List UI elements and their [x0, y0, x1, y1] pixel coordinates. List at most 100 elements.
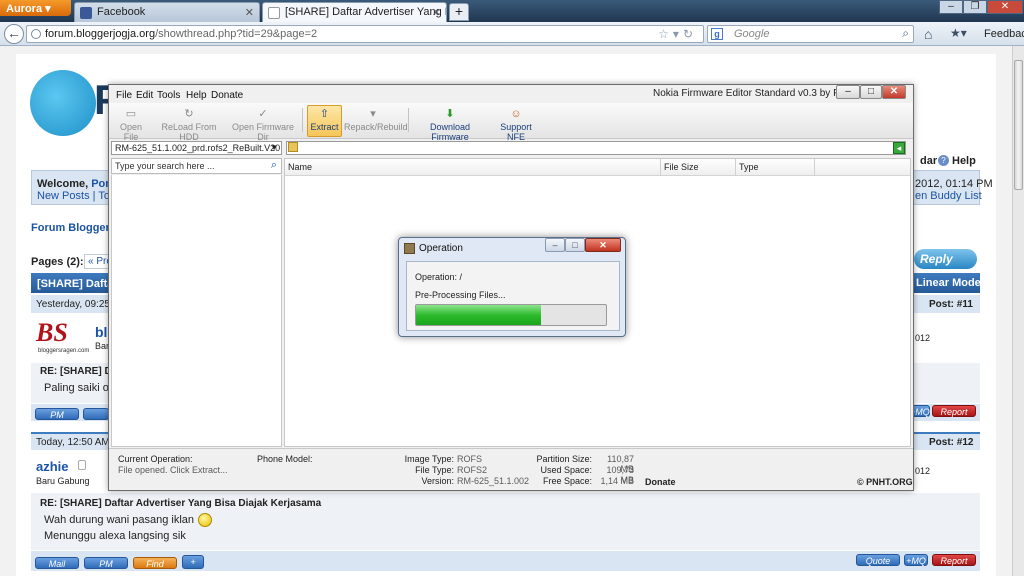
post-12-joined: 012 [915, 466, 931, 476]
dialog-close-button[interactable]: ✕ [585, 238, 621, 252]
partition-size-label: Partition Size: [536, 454, 592, 464]
post-11-number[interactable]: Post: #11 [929, 299, 973, 310]
file-type-label: File Type: [415, 465, 454, 475]
post-11-www-button[interactable] [83, 408, 109, 420]
calendar-link[interactable]: dar [920, 155, 937, 167]
firmware-file-value: RM-625_51.1.002_prd.rofs2_ReBuilt.V20 [115, 143, 281, 153]
search-bar[interactable]: g Google ⌕ [707, 25, 914, 43]
column-divider[interactable] [814, 159, 815, 176]
extract-icon: ⇧ [319, 108, 330, 120]
extract-button[interactable]: ⇧ Extract [308, 108, 341, 132]
tab-label: Facebook [97, 6, 146, 18]
open-file-button[interactable]: ▭ Open File [114, 108, 148, 142]
repack-button[interactable]: ▾ Repack/Rebuild [344, 108, 408, 132]
tab-active-thread[interactable]: [SHARE] Daftar Advertiser Yang Bisa ... … [262, 2, 447, 22]
post-12-mail-button[interactable]: Mail [35, 557, 79, 569]
buddy-list-link[interactable]: en Buddy List [915, 190, 982, 202]
post-12-rank: Baru Gabung [36, 476, 90, 486]
bookmark-star-icon[interactable]: ☆▾↻ [658, 27, 697, 41]
menu-tools[interactable]: Tools [157, 90, 180, 101]
offline-status-icon [78, 460, 86, 470]
search-placeholder: Google [734, 28, 770, 40]
toolbar-separator [302, 108, 303, 132]
column-type[interactable]: Type [739, 162, 759, 172]
site-identity-icon[interactable] [31, 29, 41, 39]
dialog-maximize-button[interactable]: □ [565, 238, 585, 252]
menu-help[interactable]: Help [186, 90, 207, 101]
progress-bar-fill [416, 305, 542, 325]
close-window-button[interactable]: ✕ [987, 0, 1023, 14]
open-firmware-dir-button[interactable]: ✓ Open Firmware Dir [229, 108, 297, 142]
facebook-favicon-icon [80, 7, 92, 19]
column-file-size[interactable]: File Size [664, 162, 699, 172]
minimize-window-button[interactable]: – [939, 0, 963, 14]
dialog-title: Operation [419, 243, 463, 254]
thread-title: [SHARE] Dafta [37, 278, 114, 290]
window-title: Nokia Firmware Editor Standard v0.3 by P… [653, 88, 861, 99]
extract-label: Extract [310, 122, 339, 132]
reload-button[interactable]: ↻ ReLoad From HDD [155, 108, 223, 142]
app-maximize-button[interactable]: □ [860, 85, 882, 99]
breadcrumb[interactable]: Forum Blogger [31, 222, 110, 234]
scrollbar-thumb[interactable] [1014, 60, 1023, 190]
post-12-username[interactable]: azhie [36, 459, 69, 474]
repack-label: Repack/Rebuild [344, 122, 408, 132]
menu-file[interactable]: File [116, 90, 132, 101]
new-tab-button[interactable]: + [449, 3, 469, 21]
home-icon[interactable]: ⌂ [924, 26, 932, 42]
file-search-input[interactable]: Type your search here ... ⌕ [111, 158, 282, 174]
app-menu-label: Aurora [6, 3, 43, 15]
post-12-find-button[interactable]: Find [133, 557, 177, 569]
reload-icon: ↻ [184, 108, 194, 120]
restore-window-button[interactable]: ❐ [963, 0, 987, 14]
linear-mode-link[interactable]: Linear Mode [916, 277, 981, 289]
column-name[interactable]: Name [288, 162, 312, 172]
navigate-back-icon[interactable]: ◂ [893, 142, 905, 154]
folder-tree-pane[interactable] [111, 175, 282, 447]
support-people-icon: ☺ [510, 108, 522, 120]
google-engine-icon[interactable]: g [711, 28, 723, 40]
post-12-add-buddy-button[interactable]: + [182, 555, 204, 569]
free-space-value: 1,14 MB [600, 476, 634, 486]
donate-link[interactable]: Donate [645, 477, 676, 487]
download-firmware-button[interactable]: ⬇ Download Firmware [413, 108, 487, 142]
post-11-username[interactable]: bl [95, 324, 107, 340]
menu-donate[interactable]: Donate [211, 90, 243, 101]
dialog-minimize-button[interactable]: – [545, 238, 565, 252]
post-11-report-button[interactable]: Report [932, 405, 976, 417]
dialog-app-icon [404, 243, 415, 254]
post-11-pm-button[interactable]: PM [35, 408, 79, 420]
firmware-file-select[interactable]: RM-625_51.1.002_prd.rofs2_ReBuilt.V20 ▼ [111, 141, 282, 155]
post-12-report-button[interactable]: Report [932, 554, 976, 566]
post-12-number[interactable]: Post: #12 [929, 437, 973, 448]
download-firmware-label: Download Firmware [429, 122, 471, 142]
post-12-multiquote-button[interactable]: +MQ [904, 554, 928, 566]
search-icon: ⌕ [270, 159, 277, 171]
current-operation-value: File opened. Click Extract... [118, 465, 228, 475]
toolbar-separator [408, 108, 409, 132]
back-button[interactable]: ← [4, 24, 24, 44]
post-12-pm-button[interactable]: PM [84, 557, 128, 569]
bookmarks-menu-icon[interactable]: ★▾ [950, 26, 967, 40]
path-bar[interactable] [286, 141, 906, 155]
copyright-link[interactable]: © PNHT.ORG [857, 477, 913, 487]
support-nfe-button[interactable]: ☺ Support NFE [492, 108, 540, 142]
menu-edit[interactable]: Edit [136, 90, 153, 101]
search-icon[interactable]: ⌕ [902, 26, 909, 41]
post-12-quote-button[interactable]: Quote [856, 554, 900, 566]
column-divider[interactable] [660, 159, 661, 176]
help-link[interactable]: Help [952, 155, 976, 167]
open-firmware-dir-label: Open Firmware Dir [231, 122, 294, 142]
column-divider[interactable] [735, 159, 736, 176]
address-bar[interactable]: forum.bloggerjogja.org/showthread.php?ti… [26, 25, 704, 43]
feedback-button[interactable]: Feedback [984, 28, 1024, 40]
app-close-button[interactable]: ✕ [882, 85, 906, 99]
close-tab-icon[interactable]: ✕ [432, 6, 441, 19]
tab-facebook[interactable]: Facebook ✕ [74, 2, 260, 22]
app-minimize-button[interactable]: – [836, 85, 860, 99]
reply-button[interactable]: Reply [914, 249, 977, 269]
close-tab-icon[interactable]: ✕ [245, 6, 254, 19]
current-datetime: 2012, 01:14 PM [915, 178, 993, 190]
forum-logo[interactable] [30, 70, 96, 136]
app-menu-button[interactable]: Aurora ▾ [0, 0, 71, 16]
